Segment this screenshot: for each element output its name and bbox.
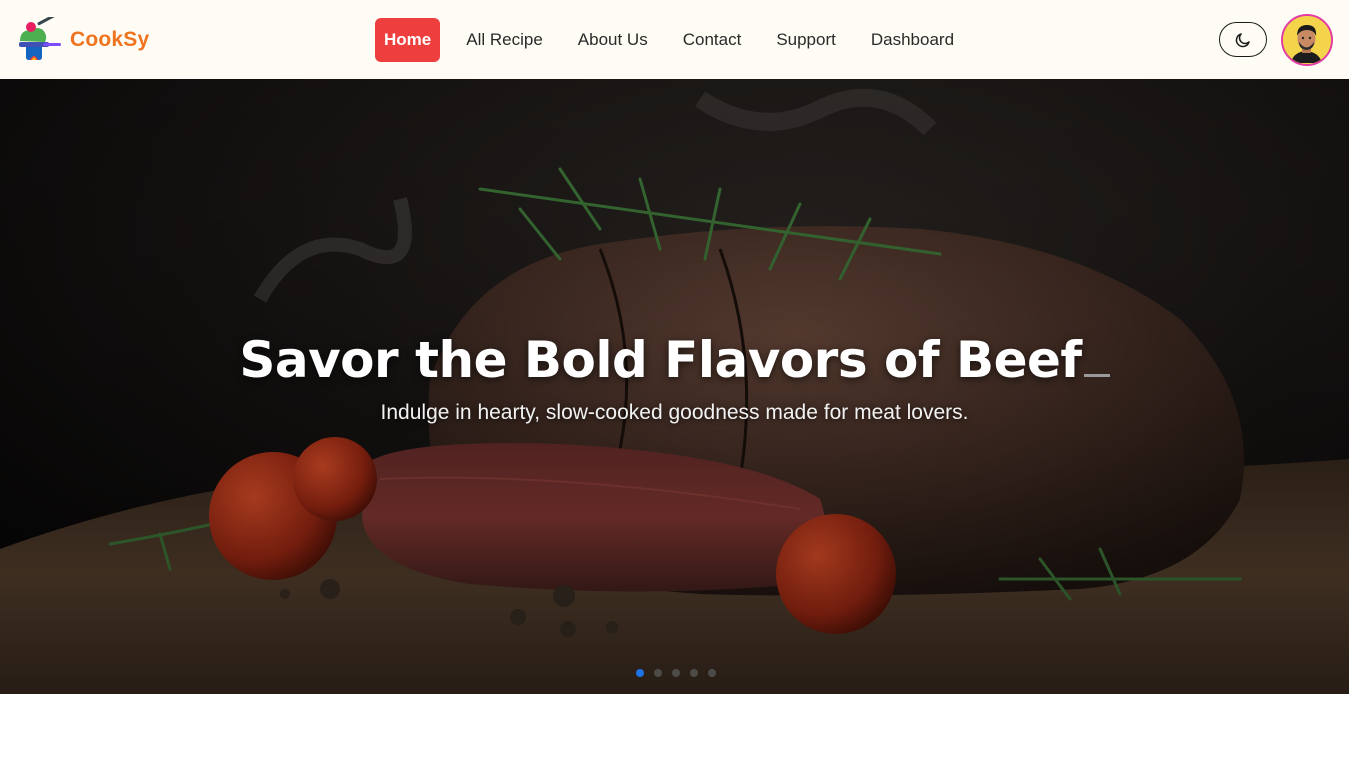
nav-item-all-recipe[interactable]: All Recipe <box>457 18 552 62</box>
carousel-dot-4[interactable] <box>690 669 698 677</box>
brand-logo[interactable]: CookSy <box>17 17 149 63</box>
nav-item-about-us[interactable]: About Us <box>569 18 657 62</box>
carousel-dot-5[interactable] <box>708 669 716 677</box>
brand-name: CookSy <box>70 28 150 51</box>
hero-subtitle: Indulge in hearty, slow-cooked goodness … <box>380 401 969 424</box>
nav-item-support[interactable]: Support <box>767 18 845 62</box>
theme-toggle-button[interactable] <box>1219 22 1267 57</box>
hero-title: Savor the Bold Flavors of Beef <box>239 331 1110 389</box>
hero-title-text: Savor the Bold Flavors of Beef <box>239 331 1082 389</box>
main-nav: Home All Recipe About Us Contact Support… <box>375 18 980 62</box>
user-avatar[interactable] <box>1281 14 1333 66</box>
cooking-pot-icon <box>19 17 61 60</box>
moon-icon <box>1235 32 1250 47</box>
nav-item-contact[interactable]: Contact <box>674 18 751 62</box>
typing-cursor <box>1083 374 1110 377</box>
hero-carousel: Savor the Bold Flavors of Beef Indulge i… <box>0 79 1349 694</box>
carousel-dot-1[interactable] <box>636 669 644 677</box>
navbar: CookSy Home All Recipe About Us Contact … <box>0 0 1349 79</box>
user-avatar-icon <box>1283 16 1330 63</box>
nav-item-home[interactable]: Home <box>375 18 441 62</box>
hero-text: Savor the Bold Flavors of Beef Indulge i… <box>0 331 1349 425</box>
carousel-dot-2[interactable] <box>654 669 662 677</box>
carousel-pagination <box>636 669 716 677</box>
carousel-dot-3[interactable] <box>672 669 680 677</box>
nav-item-dashboard[interactable]: Dashboard <box>862 18 963 62</box>
